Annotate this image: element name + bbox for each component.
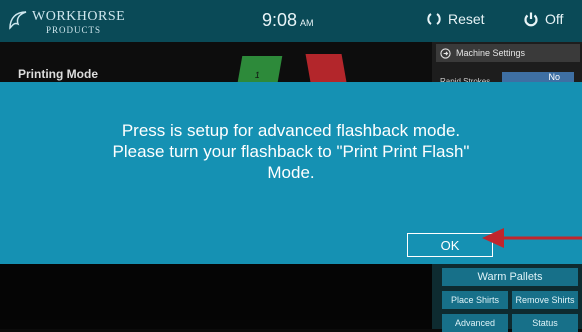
- clock-time: 9:08: [262, 10, 298, 30]
- red-arrow-annotation: [482, 228, 582, 248]
- brand-sub: PRODUCTS: [46, 25, 102, 35]
- printing-mode-label: Printing Mode: [18, 67, 98, 81]
- pallet-number: 1: [254, 70, 261, 80]
- rapid-strokes-toggle[interactable]: No: [502, 72, 574, 82]
- off-label: Off: [545, 11, 564, 27]
- remove-shirts-button[interactable]: Remove Shirts: [512, 291, 578, 309]
- workhorse-logo: WORKHORSE PRODUCTS: [6, 6, 156, 36]
- pallet-green[interactable]: 1: [237, 56, 283, 82]
- clock: 9:08 AM: [262, 10, 314, 31]
- top-bar: WORKHORSE PRODUCTS 9:08 AM Reset Off: [0, 0, 582, 42]
- pallet-red[interactable]: [305, 54, 347, 82]
- arrow-right-circle-icon: [440, 47, 451, 59]
- brand-name: WORKHORSE: [32, 9, 126, 24]
- status-button[interactable]: Status: [512, 314, 578, 332]
- reset-label: Reset: [448, 11, 485, 27]
- reset-icon: [427, 13, 441, 25]
- power-icon: [524, 12, 538, 27]
- power-off-button[interactable]: Off: [523, 11, 563, 27]
- message-line-3: Mode.: [267, 163, 315, 182]
- warm-pallets-button[interactable]: Warm Pallets: [442, 268, 578, 286]
- message-line-2: Please turn your flashback to "Print Pri…: [112, 142, 470, 161]
- reset-button[interactable]: Reset: [426, 11, 485, 27]
- message-line-1: Press is setup for advanced flashback mo…: [121, 121, 461, 140]
- place-shirts-button[interactable]: Place Shirts: [442, 291, 508, 309]
- rapid-strokes-value: No: [548, 72, 560, 82]
- horse-logo-icon: [9, 11, 27, 30]
- clock-ampm: AM: [300, 18, 314, 28]
- advanced-button[interactable]: Advanced: [442, 314, 508, 332]
- dialog-message: Press is setup for advanced flashback mo…: [40, 120, 542, 183]
- machine-settings-button[interactable]: Machine Settings: [436, 44, 580, 62]
- machine-settings-label: Machine Settings: [456, 48, 526, 58]
